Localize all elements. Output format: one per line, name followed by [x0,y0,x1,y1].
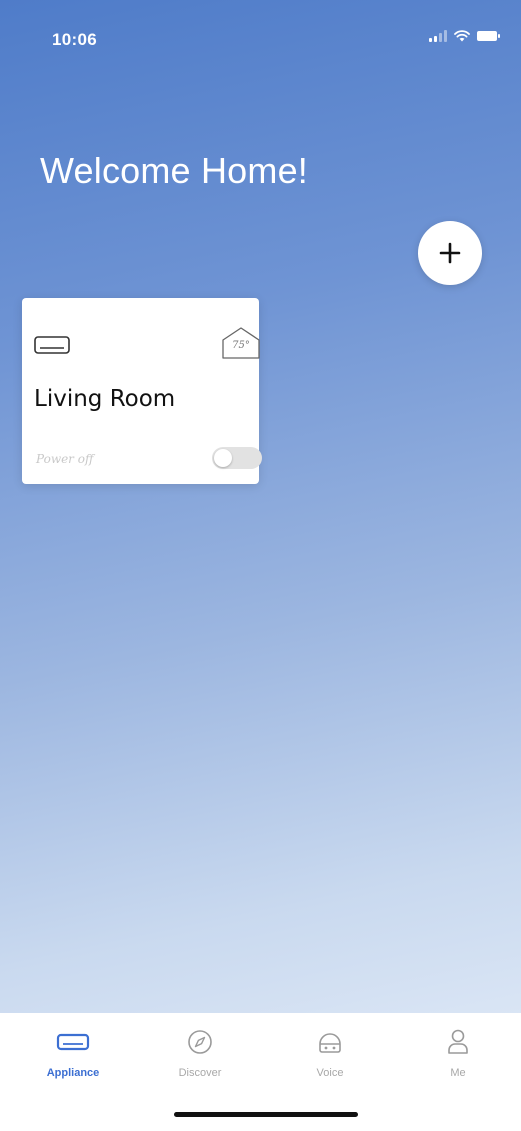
status-bar: 10:06 [0,0,521,70]
voice-assistant-icon [319,1033,341,1053]
profile-icon [448,1029,468,1054]
tab-appliance[interactable]: Appliance [18,1027,128,1097]
power-status: Power off [36,452,94,466]
room-name: Living Room [34,386,176,412]
room-card-living-room[interactable]: 75° Living Room Power off [22,298,262,484]
tab-label: Voice [316,1067,344,1079]
tab-voice[interactable]: Voice [275,1027,385,1097]
app-screen: 10:06 Welcome Home! 75° Living Room Powe… [0,0,521,1131]
home-thermometer-icon: 75° [220,326,262,360]
page-title: Welcome Home! [40,150,309,191]
appliance-icon [56,1033,90,1051]
wifi-icon [454,30,470,42]
tab-discover[interactable]: Discover [145,1027,255,1097]
toggle-knob [214,449,232,467]
add-button[interactable] [418,221,482,285]
power-toggle[interactable] [212,447,262,469]
home-indicator[interactable] [174,1112,358,1117]
tab-label: Me [450,1067,466,1079]
room-temperature: 75° [232,340,250,351]
tab-label: Discover [178,1067,222,1079]
tab-me[interactable]: Me [403,1027,513,1097]
air-conditioner-icon [34,336,70,354]
status-time: 10:06 [52,30,97,49]
compass-icon [188,1030,212,1054]
tab-label: Appliance [46,1067,100,1079]
battery-icon [477,31,500,41]
signal-icon [429,30,447,42]
status-icons [429,30,500,42]
plus-icon [439,242,461,264]
